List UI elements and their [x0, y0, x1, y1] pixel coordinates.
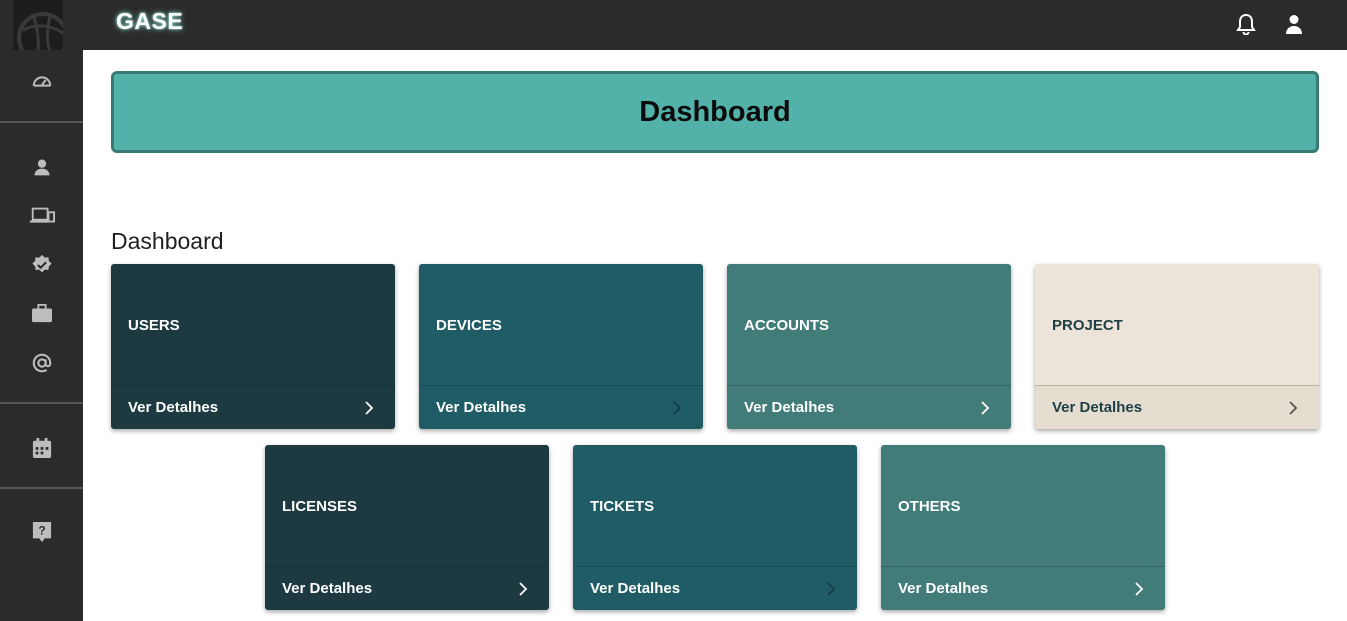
card-title: TICKETS	[590, 498, 655, 515]
card-title: USERS	[128, 317, 180, 334]
sidebar-divider	[0, 121, 83, 123]
ver-detalhes-label: Ver Detalhes	[898, 580, 989, 597]
top-bar: GASE	[83, 0, 1347, 50]
svg-text:?: ?	[38, 524, 45, 538]
sidebar-divider	[0, 487, 83, 489]
briefcase-icon[interactable]	[26, 298, 58, 330]
ver-detalhes-label: Ver Detalhes	[590, 580, 681, 597]
dashboard-banner: Dashboard	[111, 71, 1319, 153]
logo[interactable]	[13, 0, 63, 50]
sidebar: ?	[0, 0, 83, 621]
devices-icon[interactable]	[26, 200, 58, 232]
at-sign-icon[interactable]	[26, 347, 58, 379]
card-project: PROJECT Ver Detalhes	[1035, 264, 1319, 429]
chevron-right-icon	[827, 582, 836, 596]
user-icon[interactable]	[26, 151, 58, 183]
ver-detalhes-label: Ver Detalhes	[128, 399, 219, 416]
section-title: Dashboard	[111, 228, 224, 254]
chevron-right-icon	[1135, 582, 1144, 596]
sidebar-divider	[0, 402, 83, 404]
card-users: USERS Ver Detalhes	[111, 264, 395, 429]
ver-detalhes-link[interactable]: Ver Detalhes	[573, 566, 857, 610]
chevron-right-icon	[365, 401, 374, 415]
card-title: PROJECT	[1052, 317, 1123, 334]
page-title: Dashboard	[639, 95, 791, 128]
bell-icon[interactable]	[1232, 10, 1260, 38]
ver-detalhes-label: Ver Detalhes	[1052, 399, 1143, 416]
verified-badge-icon[interactable]	[26, 249, 58, 281]
card-licenses: LICENSES Ver Detalhes	[265, 445, 549, 610]
ver-detalhes-link[interactable]: Ver Detalhes	[1035, 385, 1319, 429]
brand-title[interactable]: GASE	[116, 8, 183, 35]
ver-detalhes-link[interactable]: Ver Detalhes	[111, 385, 395, 429]
ver-detalhes-link[interactable]: Ver Detalhes	[265, 566, 549, 610]
chevron-right-icon	[673, 401, 682, 415]
card-title: OTHERS	[898, 498, 961, 515]
ver-detalhes-label: Ver Detalhes	[744, 399, 835, 416]
card-others: OTHERS Ver Detalhes	[881, 445, 1165, 610]
card-title: LICENSES	[282, 498, 358, 515]
card-accounts: ACCOUNTS Ver Detalhes	[727, 264, 1011, 429]
ver-detalhes-label: Ver Detalhes	[436, 399, 527, 416]
ver-detalhes-link[interactable]: Ver Detalhes	[881, 566, 1165, 610]
chevron-right-icon	[519, 582, 528, 596]
ver-detalhes-label: Ver Detalhes	[282, 580, 373, 597]
help-icon[interactable]: ?	[26, 516, 58, 548]
ver-detalhes-link[interactable]: Ver Detalhes	[727, 385, 1011, 429]
speedometer-icon[interactable]	[26, 66, 58, 98]
card-title: ACCOUNTS	[744, 317, 829, 334]
card-devices: DEVICES Ver Detalhes	[419, 264, 703, 429]
card-title: DEVICES	[436, 317, 502, 334]
chevron-right-icon	[981, 401, 990, 415]
globe-logo-icon	[17, 12, 63, 50]
chevron-right-icon	[1289, 401, 1298, 415]
ver-detalhes-link[interactable]: Ver Detalhes	[419, 385, 703, 429]
user-icon[interactable]	[1280, 10, 1308, 38]
card-tickets: TICKETS Ver Detalhes	[573, 445, 857, 610]
calendar-icon[interactable]	[26, 432, 58, 464]
